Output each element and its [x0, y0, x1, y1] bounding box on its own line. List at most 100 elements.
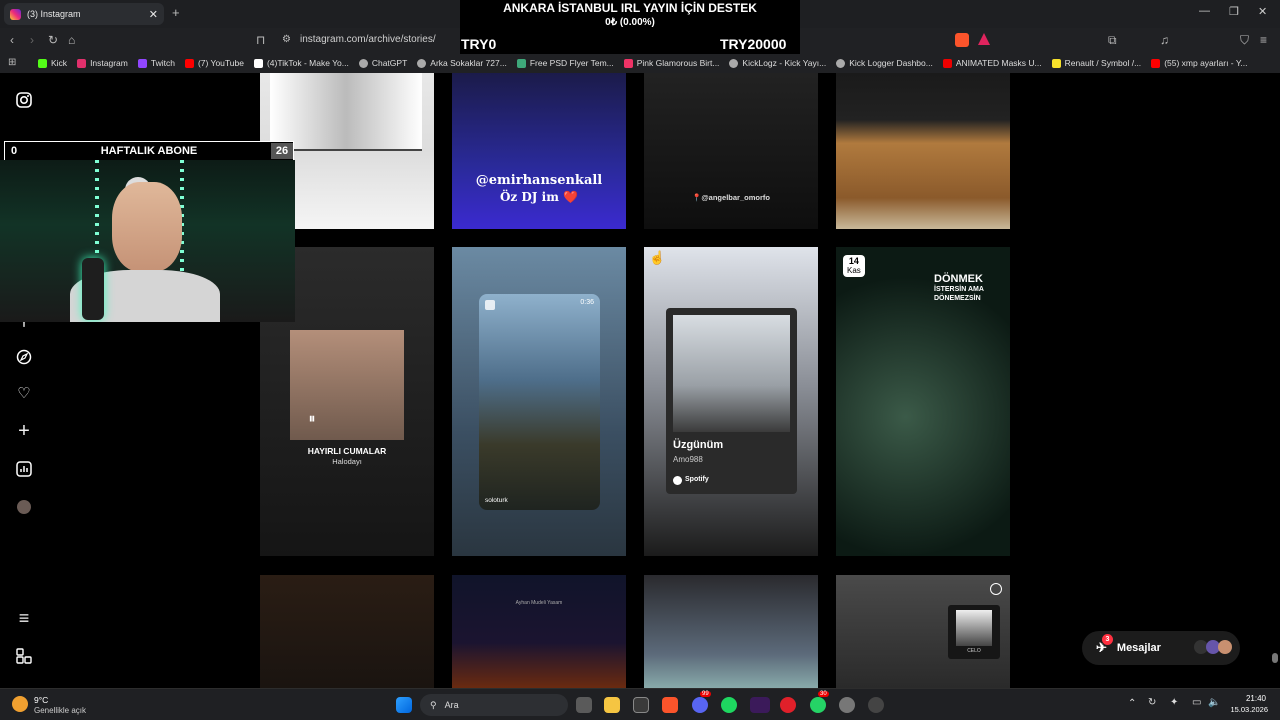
- scrollbar-thumb[interactable]: [1272, 653, 1278, 663]
- file-explorer-icon[interactable]: [604, 697, 620, 713]
- bookmark-instagram[interactable]: Instagram: [77, 58, 128, 68]
- site-info-icon[interactable]: ⚙: [282, 34, 291, 45]
- bookmark-tiktok[interactable]: (4)TikTok - Make Yo...: [253, 58, 349, 68]
- start-icon[interactable]: [396, 697, 412, 713]
- song-title: Üzgünüm: [673, 439, 724, 451]
- create-icon[interactable]: +: [16, 421, 32, 441]
- story-tile-7[interactable]: Üzgünüm Amo988 Spotify: [644, 247, 818, 556]
- streamer-face: [112, 182, 182, 272]
- profile-avatar[interactable]: [17, 500, 31, 514]
- close-window-icon[interactable]: ✕: [1258, 5, 1267, 18]
- menu-icon[interactable]: ≡: [1260, 33, 1267, 47]
- spotify-label: Spotify: [685, 476, 709, 483]
- bookmark-pink-glamorous[interactable]: Pink Glamorous Birt...: [623, 58, 719, 68]
- bookmark-animated-masks[interactable]: ANIMATED Masks U...: [942, 58, 1042, 68]
- record-app-icon[interactable]: [780, 697, 796, 713]
- network-icon[interactable]: ▭: [1192, 697, 1201, 708]
- bookmark-kick-logger[interactable]: Kick Logger Dashbo...: [836, 58, 933, 68]
- story-image: [270, 73, 422, 151]
- story-tile-6[interactable]: 0:36 soloturk: [452, 247, 626, 556]
- story-tile-4[interactable]: [836, 73, 1010, 229]
- messages-badge: 3: [1102, 634, 1113, 645]
- story-tile-2[interactable]: @emirhansenkall Öz DJ im ❤️: [452, 73, 626, 229]
- story-location: 📍@angelbar_omorfo: [692, 193, 770, 202]
- tray-chevron-icon[interactable]: ⌃: [1128, 698, 1136, 709]
- spotify-icon[interactable]: [721, 697, 737, 713]
- story-small-text: Ayhan Mudeli Yasam: [515, 600, 563, 606]
- home-icon[interactable]: ⌂: [68, 33, 75, 47]
- story-tile-11[interactable]: [644, 575, 818, 688]
- video-caption: soloturk: [485, 497, 508, 504]
- date-month: Kas: [847, 266, 861, 275]
- extensions-icon[interactable]: ⧉: [1108, 33, 1117, 48]
- bookmark-free-psd[interactable]: Free PSD Flyer Tem...: [516, 58, 614, 68]
- story-tile-3[interactable]: 📍@angelbar_omorfo: [644, 73, 818, 229]
- next-app-icon[interactable]: [750, 697, 770, 713]
- brave-shield-icon[interactable]: [955, 33, 969, 47]
- brave-browser-icon[interactable]: [662, 697, 678, 713]
- story-tile-8[interactable]: 14 Kas DÖNMEK İSTERSİN AMA DÖNEMEZSİN: [836, 247, 1010, 556]
- donation-title: ANKARA İSTANBUL IRL YAYIN İÇİN DESTEK: [503, 1, 757, 15]
- media-icon[interactable]: ♫: [1160, 33, 1169, 47]
- forward-icon[interactable]: ›: [30, 33, 34, 47]
- bookmark-arka-sokaklar[interactable]: Arka Sokaklar 727...: [417, 58, 507, 68]
- more-icon[interactable]: [16, 648, 32, 664]
- weather-icon[interactable]: [12, 696, 28, 712]
- tab-title: (3) Instagram: [27, 9, 81, 19]
- shield-icon[interactable]: ⛉: [1240, 33, 1249, 48]
- bookmark-xmp[interactable]: (55) xmp ayarları - Y...: [1151, 58, 1248, 68]
- bookmark-twitch[interactable]: Twitch: [137, 58, 175, 68]
- hamburger-menu-icon[interactable]: ≡: [16, 609, 32, 627]
- bookmarks-bar: ⊞ Kick Instagram Twitch (7) YouTube (4)T…: [0, 53, 1280, 73]
- bookmark-icon[interactable]: ⊓: [256, 33, 265, 47]
- story-text-1: DÖNMEK: [934, 273, 983, 285]
- bookmark-kicklogz[interactable]: KickLogz - Kick Yayı...: [729, 58, 826, 68]
- bookmark-renault[interactable]: Renault / Symbol /...: [1051, 58, 1141, 68]
- volume-icon[interactable]: 🔈: [1208, 697, 1220, 708]
- new-tab-icon[interactable]: +: [172, 5, 180, 20]
- heart-icon[interactable]: ♡: [16, 386, 32, 402]
- donation-max: TRY20000: [720, 36, 787, 52]
- insights-icon[interactable]: [16, 461, 32, 477]
- tray-app-icon[interactable]: ✦: [1170, 697, 1178, 708]
- obs-icon[interactable]: [868, 697, 884, 713]
- browser-tab[interactable]: (3) Instagram ✕: [4, 3, 164, 25]
- bookmark-kick[interactable]: Kick: [38, 58, 67, 68]
- donation-progress: 0₺ (0.00%): [605, 17, 655, 28]
- bookmark-chatgpt[interactable]: ChatGPT: [358, 58, 407, 68]
- messenger-icon: ✈ 3: [1096, 634, 1113, 656]
- close-tab-icon[interactable]: ✕: [149, 8, 158, 21]
- explore-icon[interactable]: [16, 349, 32, 365]
- brave-rewards-icon[interactable]: [978, 33, 990, 45]
- webcam-feed: [0, 160, 295, 322]
- story-date-badge: 14 Kas: [843, 255, 865, 277]
- story-tile-9[interactable]: [260, 575, 434, 688]
- apps-grid-icon[interactable]: ⊞: [8, 57, 16, 68]
- instagram-icon[interactable]: [16, 92, 32, 108]
- task-view-icon[interactable]: [576, 697, 592, 713]
- search-icon: ⚲: [430, 699, 437, 710]
- search-label: Ara: [444, 700, 459, 710]
- messages-button[interactable]: ✈ 3 Mesajlar: [1082, 631, 1240, 665]
- whatsapp-icon[interactable]: 30: [810, 691, 829, 713]
- story-tile-12[interactable]: CELO: [836, 575, 1010, 688]
- spotify-card: Üzgünüm Amo988 Spotify: [666, 308, 797, 494]
- camera-icon: [485, 300, 495, 310]
- discord-icon[interactable]: 99: [692, 691, 711, 713]
- settings-icon[interactable]: [839, 697, 855, 713]
- clock-time[interactable]: 21:40: [1230, 694, 1266, 703]
- clock-date[interactable]: 15.03.2026: [1222, 705, 1268, 714]
- back-icon[interactable]: ‹: [10, 33, 14, 47]
- store-icon[interactable]: [633, 697, 649, 713]
- reload-icon[interactable]: ↻: [48, 33, 58, 47]
- bookmark-youtube[interactable]: (7) YouTube: [184, 58, 244, 68]
- url-field[interactable]: instagram.com/archive/stories/: [300, 34, 436, 45]
- whatsapp-badge: 30: [818, 691, 829, 697]
- taskbar-search[interactable]: ⚲ Ara: [420, 694, 568, 716]
- restore-icon[interactable]: ❐: [1229, 5, 1239, 18]
- story-song-artist: Halodayı: [332, 457, 362, 466]
- minimize-icon[interactable]: —: [1199, 5, 1210, 17]
- story-tile-10[interactable]: Ayhan Mudeli Yasam: [452, 575, 626, 688]
- sub-label: HAFTALIK ABONE: [100, 145, 198, 157]
- tray-app-icon[interactable]: ↻: [1148, 697, 1156, 708]
